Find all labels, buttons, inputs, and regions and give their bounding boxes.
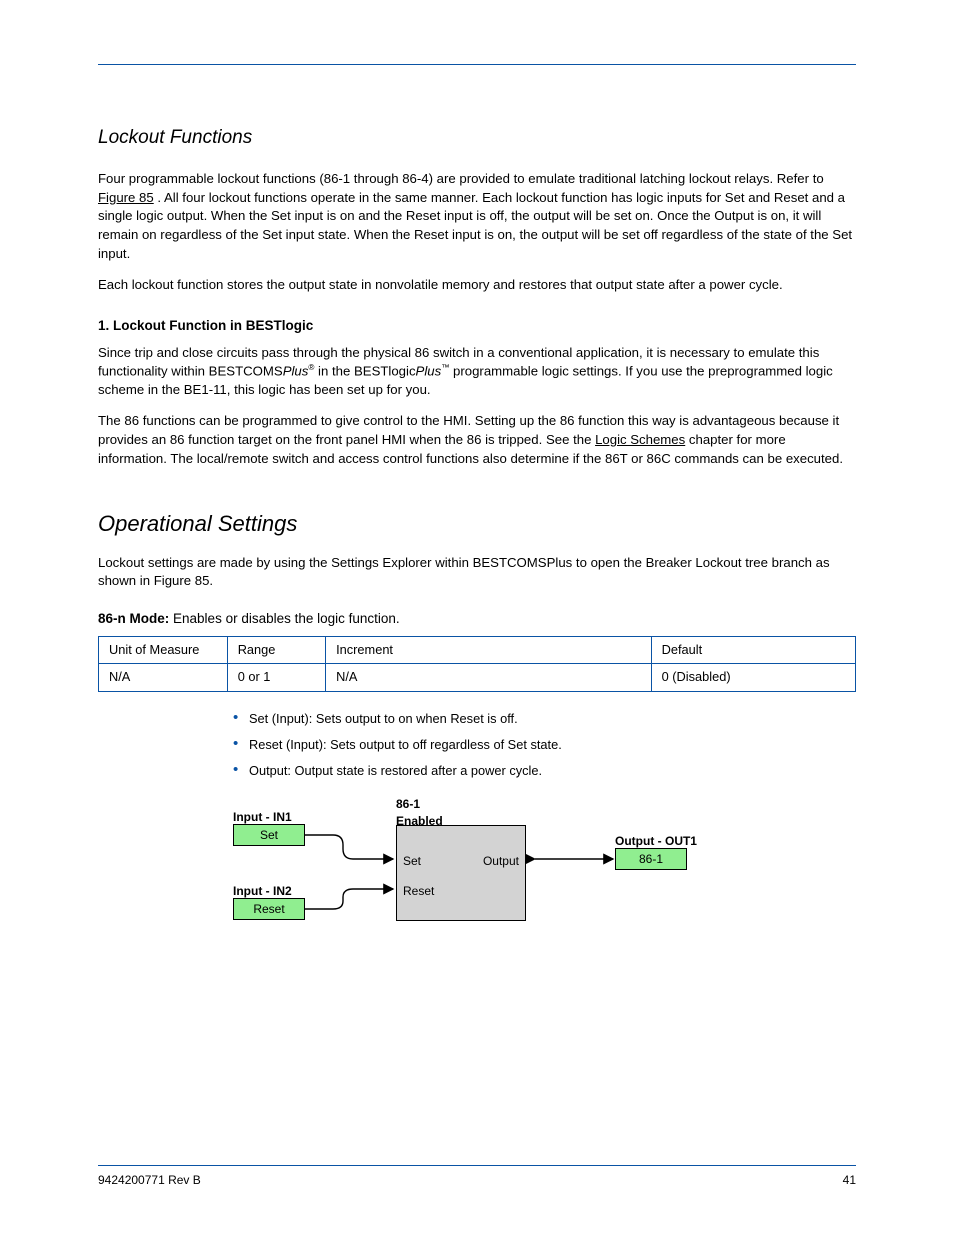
sub1-p2-linka: See the [546, 432, 595, 447]
sub1-para1: Since trip and close circuits pass throu… [98, 344, 856, 401]
table-row: Unit of Measure Range Increment Default [99, 637, 856, 664]
in2-box: Reset [233, 898, 305, 920]
list-item: Reset (Input): Sets output to off regard… [233, 736, 856, 754]
sub-heading-bestlogic: 1. Lockout Function in BESTlogic [98, 316, 856, 335]
out1-box: 86-1 [615, 848, 687, 870]
logic-schemes-link[interactable]: Logic Schemes [595, 432, 685, 447]
th-default: Default [651, 637, 855, 664]
footer-doc-id: 9424200771 Rev B [98, 1172, 201, 1189]
figure-ref[interactable]: Figure 85 [98, 190, 154, 205]
th-increment: Increment [326, 637, 652, 664]
function-block: Set Reset Output [396, 825, 526, 921]
td-default: 0 (Disabled) [651, 664, 855, 691]
footer-page-number: 41 [843, 1172, 856, 1189]
param-label: 86-n Mode: [98, 611, 169, 626]
operational-settings-heading: Operational Settings [98, 508, 856, 539]
intro-text-b: . All four lockout functions operate in … [98, 190, 852, 261]
output-arrowhead [526, 854, 536, 864]
list-item: Output: Output state is restored after a… [233, 762, 856, 780]
intro-text-a: Four programmable lockout functions (86-… [98, 171, 824, 186]
footer-rule [98, 1165, 856, 1166]
port-set: Set [403, 853, 421, 870]
port-reset: Reset [403, 883, 434, 900]
th-range: Range [227, 637, 325, 664]
op-settings-para: Lockout settings are made by using the S… [98, 554, 856, 591]
lockout-diagram: Set Reset Output 86-1 Enabled Input - IN… [233, 792, 773, 967]
io-list: Set (Input): Sets output to on when Rese… [233, 710, 856, 780]
list-item: Set (Input): Sets output to on when Rese… [233, 710, 856, 728]
page-footer: 9424200771 Rev B 41 [98, 1165, 856, 1189]
in1-box: Set [233, 824, 305, 846]
th-unit: Unit of Measure [99, 637, 228, 664]
table-row: N/A 0 or 1 N/A 0 (Disabled) [99, 664, 856, 691]
top-rule [98, 64, 856, 65]
section-title: Lockout Functions [98, 125, 856, 152]
intro-paragraph: Four programmable lockout functions (86-… [98, 170, 856, 264]
settings-table: Unit of Measure Range Increment Default … [98, 636, 856, 691]
td-increment: N/A [326, 664, 652, 691]
sub1-para2: The 86 functions can be programmed to gi… [98, 412, 856, 468]
para-nonvolatile: Each lockout function stores the output … [98, 276, 856, 295]
td-range: 0 or 1 [227, 664, 325, 691]
sub1-p2b: . The local/remote switch and access con… [163, 451, 843, 466]
sub1-p1b: in the BESTlogic [314, 364, 415, 379]
param-desc: Enables or disables the logic function. [173, 611, 400, 626]
block-label: 86-1 Enabled [396, 796, 443, 830]
port-output: Output [483, 853, 519, 870]
td-unit: N/A [99, 664, 228, 691]
